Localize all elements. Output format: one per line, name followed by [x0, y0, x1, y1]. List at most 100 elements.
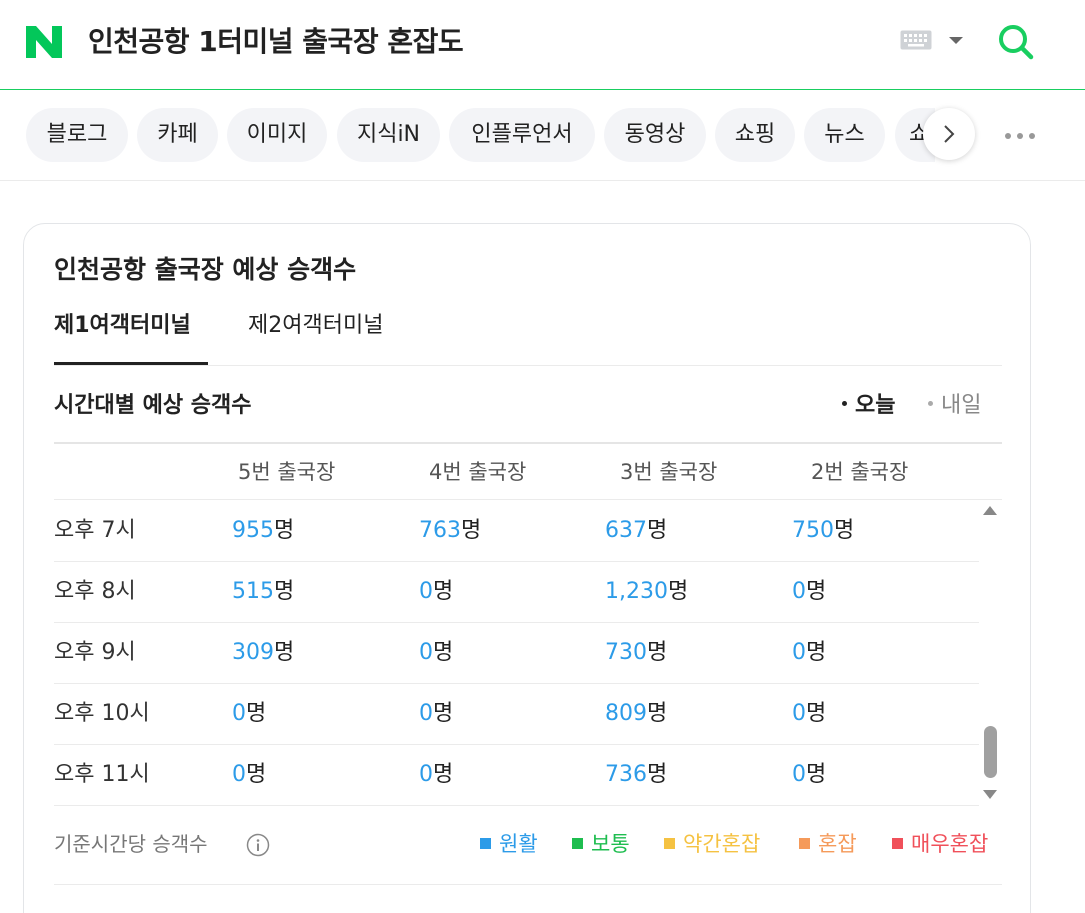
caret-down-icon[interactable] — [948, 36, 964, 46]
keyboard-icon[interactable] — [900, 30, 932, 50]
passenger-count: 763 — [419, 518, 461, 543]
unit-label: 명 — [274, 640, 295, 665]
search-icon[interactable] — [996, 22, 1036, 62]
passenger-count: 750 — [792, 518, 834, 543]
passenger-count: 309 — [232, 640, 274, 665]
column-header: 5번 출국장 — [238, 460, 336, 484]
passenger-count: 0 — [792, 701, 806, 726]
passenger-count: 515 — [232, 579, 274, 604]
tab-video[interactable]: 동영상 — [604, 108, 706, 162]
bullet-icon — [842, 400, 847, 406]
day-option-today-label: 오늘 — [855, 393, 896, 418]
column-header: 2번 출국장 — [811, 460, 909, 484]
scroll-up-arrow-icon[interactable] — [983, 505, 997, 515]
time-slot-label: 오후 10시 — [54, 701, 150, 726]
unit-label: 명 — [647, 640, 668, 665]
table-row: 오후 7시 955명 763명 637명 750명 — [54, 501, 979, 562]
legend-item: 약간혼잡 — [664, 828, 760, 860]
passenger-count-cell: 0명 — [792, 759, 826, 791]
passenger-count: 736 — [605, 762, 647, 787]
passenger-count-cell: 736명 — [605, 759, 667, 791]
passenger-count-cell: 0명 — [419, 698, 453, 730]
table-header-divider — [54, 499, 1002, 500]
unit-label: 명 — [433, 762, 454, 787]
passenger-count: 0 — [232, 701, 246, 726]
passenger-count-cell: 637명 — [605, 515, 667, 547]
passenger-count: 0 — [419, 701, 433, 726]
day-option-today[interactable]: 오늘 — [842, 390, 895, 422]
legend-swatch-icon — [664, 837, 675, 849]
unit-label: 명 — [246, 701, 267, 726]
search-query-text[interactable]: 인천공항 1터미널 출국장 혼잡도 — [88, 22, 464, 62]
tab-image[interactable]: 이미지 — [227, 108, 327, 162]
tab-shopping[interactable]: 쇼핑 — [715, 108, 795, 162]
departure-forecast-card: 인천공항 출국장 예상 승객수 제1여객터미널 제2여객터미널 시간대별 예상 … — [23, 223, 1031, 913]
passenger-count: 0 — [792, 762, 806, 787]
tab-kin[interactable]: 지식iN — [337, 108, 440, 162]
legend-swatch-icon — [799, 837, 810, 849]
tab-terminal-1[interactable]: 제1여객터미널 — [54, 310, 191, 342]
passenger-count: 0 — [232, 762, 246, 787]
passenger-count-cell: 0명 — [792, 698, 826, 730]
unit-label: 명 — [433, 701, 454, 726]
passenger-count-cell: 750명 — [792, 515, 854, 547]
divider — [54, 884, 1002, 885]
unit-label: 명 — [433, 579, 454, 604]
time-slot-label: 오후 9시 — [54, 640, 136, 665]
divider — [54, 365, 1002, 366]
card-title: 인천공항 출국장 예상 승객수 — [54, 255, 357, 284]
tab-influencer[interactable]: 인플루언서 — [449, 108, 595, 162]
table-row: 오후 8시 515명 0명 1,230명 0명 — [54, 562, 979, 623]
info-icon[interactable] — [246, 833, 270, 857]
naver-logo-icon[interactable] — [26, 26, 62, 58]
chevron-right-icon — [944, 125, 955, 143]
passenger-count: 1,230 — [605, 579, 668, 604]
unit-label: 명 — [806, 579, 827, 604]
basis-label: 기준시간당 승객수 — [54, 832, 208, 856]
passenger-count-cell: 0명 — [792, 637, 826, 669]
passenger-count-cell: 0명 — [419, 759, 453, 791]
legend-swatch-icon — [572, 837, 583, 849]
passenger-count-cell: 809명 — [605, 698, 667, 730]
legend-label: 매우혼잡 — [911, 832, 989, 856]
passenger-count: 730 — [605, 640, 647, 665]
passenger-count: 0 — [792, 640, 806, 665]
day-option-tomorrow[interactable]: 내일 — [928, 390, 981, 422]
time-slot-label: 오후 8시 — [54, 579, 136, 604]
passenger-count-cell: 309명 — [232, 637, 294, 669]
table-header-border — [54, 442, 1002, 444]
legend-label: 보통 — [591, 832, 630, 856]
legend-label: 혼잡 — [818, 832, 857, 856]
time-slot-label: 오후 7시 — [54, 518, 136, 543]
more-horizontal-icon[interactable] — [1004, 131, 1036, 141]
unit-label: 명 — [274, 518, 295, 543]
unit-label: 명 — [647, 762, 668, 787]
column-header: 3번 출국장 — [620, 460, 718, 484]
tab-cafe[interactable]: 카페 — [137, 108, 218, 162]
scrollbar-thumb[interactable] — [984, 726, 997, 778]
passenger-count-cell: 730명 — [605, 637, 667, 669]
scroll-down-arrow-icon[interactable] — [983, 790, 997, 800]
tabs-next-button[interactable] — [923, 108, 975, 160]
legend-item: 매우혼잡 — [892, 828, 988, 860]
unit-label: 명 — [433, 640, 454, 665]
unit-label: 명 — [647, 701, 668, 726]
passenger-count: 0 — [419, 762, 433, 787]
passenger-count: 809 — [605, 701, 647, 726]
legend-item: 원활 — [480, 828, 538, 860]
passenger-count: 0 — [419, 640, 433, 665]
legend-swatch-icon — [892, 837, 903, 849]
tab-news[interactable]: 뉴스 — [804, 108, 885, 162]
bullet-icon — [928, 400, 933, 406]
search-header: 인천공항 1터미널 출국장 혼잡도 — [0, 0, 1085, 90]
table-row: 오후 11시 0명 0명 736명 0명 — [54, 745, 979, 806]
passenger-count-cell: 0명 — [232, 698, 266, 730]
tab-terminal-2[interactable]: 제2여객터미널 — [248, 310, 383, 342]
tab-blog[interactable]: 블로그 — [26, 108, 128, 162]
table-row: 오후 9시 309명 0명 730명 0명 — [54, 623, 979, 684]
passenger-count-cell: 0명 — [419, 637, 453, 669]
column-header: 4번 출국장 — [429, 460, 527, 484]
unit-label: 명 — [647, 518, 668, 543]
legend-label: 약간혼잡 — [683, 832, 761, 856]
unit-label: 명 — [806, 762, 827, 787]
